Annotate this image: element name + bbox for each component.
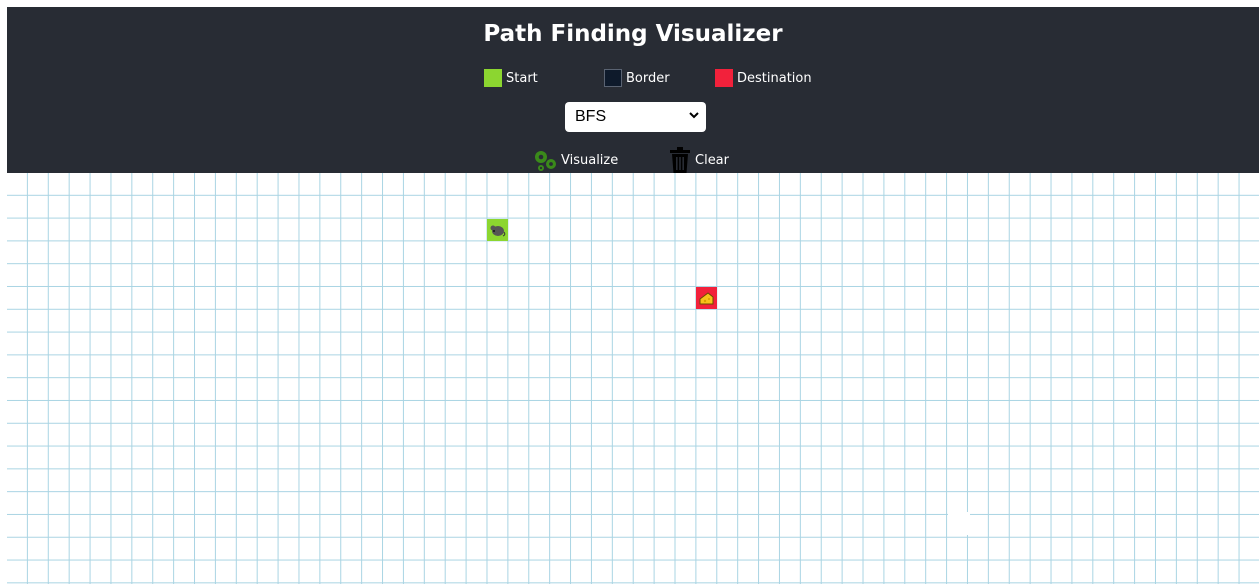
legend-border: Border (604, 68, 670, 88)
legend-destination: Destination (715, 68, 812, 88)
rat-icon (490, 225, 506, 236)
app-header: Path Finding Visualizer Start Border Des… (7, 7, 1259, 173)
algorithm-select[interactable]: BFS (565, 102, 706, 132)
border-swatch (604, 69, 622, 87)
trash-icon (670, 147, 690, 173)
start-node[interactable] (487, 219, 508, 241)
gears-icon (535, 151, 556, 171)
legend-start: Start (484, 68, 538, 88)
destination-node[interactable] (696, 287, 717, 309)
grid-cell[interactable] (948, 512, 970, 535)
visualize-label: Visualize (561, 152, 619, 168)
start-swatch (484, 69, 502, 87)
visualize-button[interactable]: Visualize (532, 147, 618, 173)
legend-border-label: Border (626, 70, 670, 86)
clear-label: Clear (695, 152, 729, 168)
path-grid[interactable] (7, 173, 1259, 584)
page-title: Path Finding Visualizer (483, 21, 783, 47)
legend-destination-label: Destination (737, 70, 812, 86)
legend-start-label: Start (506, 70, 538, 86)
cheese-icon (699, 291, 714, 304)
destination-swatch (715, 69, 733, 87)
algorithm-select-value: BFS (575, 108, 607, 125)
clear-button[interactable]: Clear (668, 147, 729, 173)
chevron-down-icon (689, 112, 699, 119)
